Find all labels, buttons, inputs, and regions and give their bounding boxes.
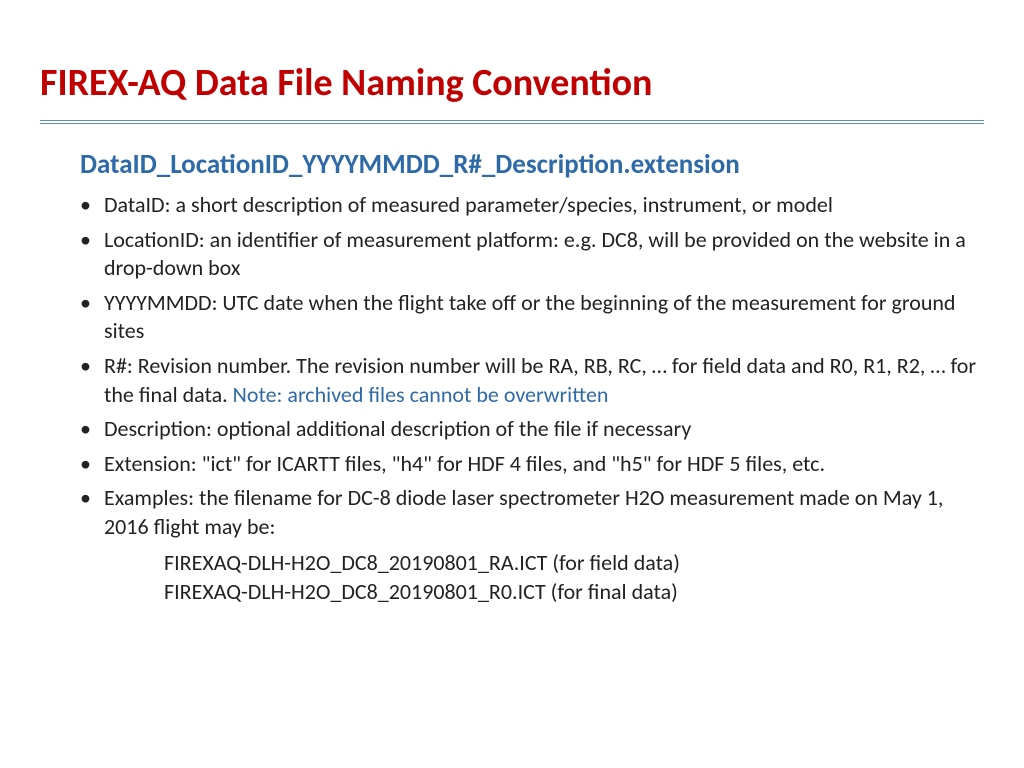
example-field-data: FIREXAQ-DLH-H2O_DC8_20190801_RA.ICT (for… (164, 548, 984, 578)
bullet-list: DataID: a short description of measured … (80, 191, 984, 542)
bullet-extension: Extension: "ict" for ICARTT files, "h4" … (80, 450, 984, 479)
slide-title: FIREX-AQ Data File Naming Convention (40, 60, 984, 106)
bullet-revision: R#: Revision number. The revision number… (80, 352, 984, 409)
example-filenames: FIREXAQ-DLH-H2O_DC8_20190801_RA.ICT (for… (80, 548, 984, 607)
example-final-data: FIREXAQ-DLH-H2O_DC8_20190801_R0.ICT (for… (164, 577, 984, 607)
bullet-description: Description: optional additional descrip… (80, 415, 984, 444)
bullet-dataid: DataID: a short description of measured … (80, 191, 984, 220)
bullet-date: YYYYMMDD: UTC date when the flight take … (80, 289, 984, 346)
title-divider (40, 120, 984, 124)
bullet-locationid: LocationID: an identifier of measurement… (80, 226, 984, 283)
bullet-revision-note: Note: archived files cannot be overwritt… (233, 381, 609, 408)
bullet-examples: Examples: the filename for DC-8 diode la… (80, 484, 984, 541)
slide-content: DataID_LocationID_YYYYMMDD_R#_Descriptio… (40, 148, 984, 607)
filename-format: DataID_LocationID_YYYYMMDD_R#_Descriptio… (80, 148, 984, 181)
